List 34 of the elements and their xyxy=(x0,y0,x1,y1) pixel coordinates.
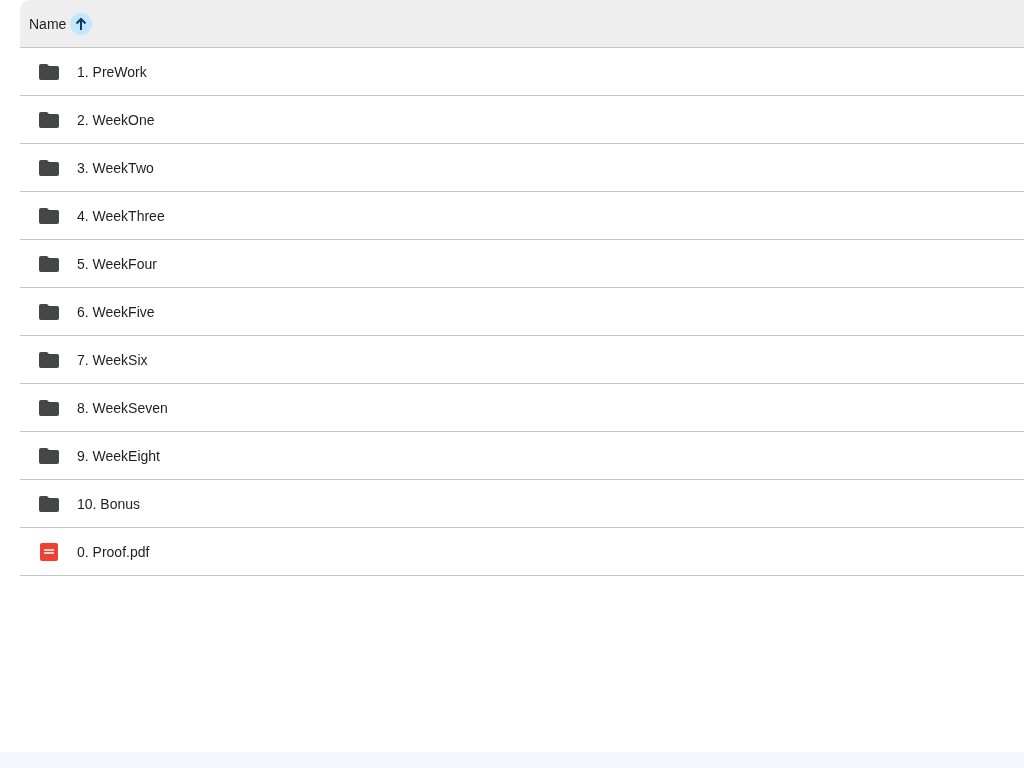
file-name: 6. WeekFive xyxy=(77,303,155,320)
folder-icon xyxy=(39,495,59,512)
file-row[interactable]: 0. Proof.pdf xyxy=(20,528,1024,576)
folder-icon xyxy=(39,63,59,80)
folder-icon xyxy=(39,207,59,224)
file-name: 1. PreWork xyxy=(77,63,147,80)
file-row[interactable]: 5. WeekFour xyxy=(20,240,1024,288)
folder-icon xyxy=(39,255,59,272)
file-name: 4. WeekThree xyxy=(77,207,165,224)
file-row[interactable]: 6. WeekFive xyxy=(20,288,1024,336)
file-row[interactable]: 2. WeekOne xyxy=(20,96,1024,144)
file-name: 10. Bonus xyxy=(77,495,141,512)
file-row[interactable]: 4. WeekThree xyxy=(20,192,1024,240)
file-name: 2. WeekOne xyxy=(77,111,155,128)
file-row[interactable]: 9. WeekEight xyxy=(20,432,1024,480)
file-row[interactable]: 3. WeekTwo xyxy=(20,144,1024,192)
folder-icon xyxy=(39,399,59,416)
column-title[interactable]: Name xyxy=(29,15,67,32)
file-row[interactable]: 10. Bonus xyxy=(20,480,1024,528)
file-row[interactable]: 1. PreWork xyxy=(20,48,1024,96)
file-row[interactable]: 8. WeekSeven xyxy=(20,384,1024,432)
file-name: 5. WeekFour xyxy=(77,255,157,272)
pdf-file-icon xyxy=(39,542,59,561)
file-name: 0. Proof.pdf xyxy=(77,543,150,560)
file-name: 7. WeekSix xyxy=(77,351,148,368)
folder-icon xyxy=(39,303,59,320)
folder-icon xyxy=(39,351,59,368)
file-name: 9. WeekEight xyxy=(77,447,160,464)
file-name: 3. WeekTwo xyxy=(77,159,154,176)
file-row[interactable]: 7. WeekSix xyxy=(20,336,1024,384)
folder-icon xyxy=(39,447,59,464)
file-name: 8. WeekSeven xyxy=(77,399,168,416)
folder-icon xyxy=(39,159,59,176)
folder-icon xyxy=(39,111,59,128)
